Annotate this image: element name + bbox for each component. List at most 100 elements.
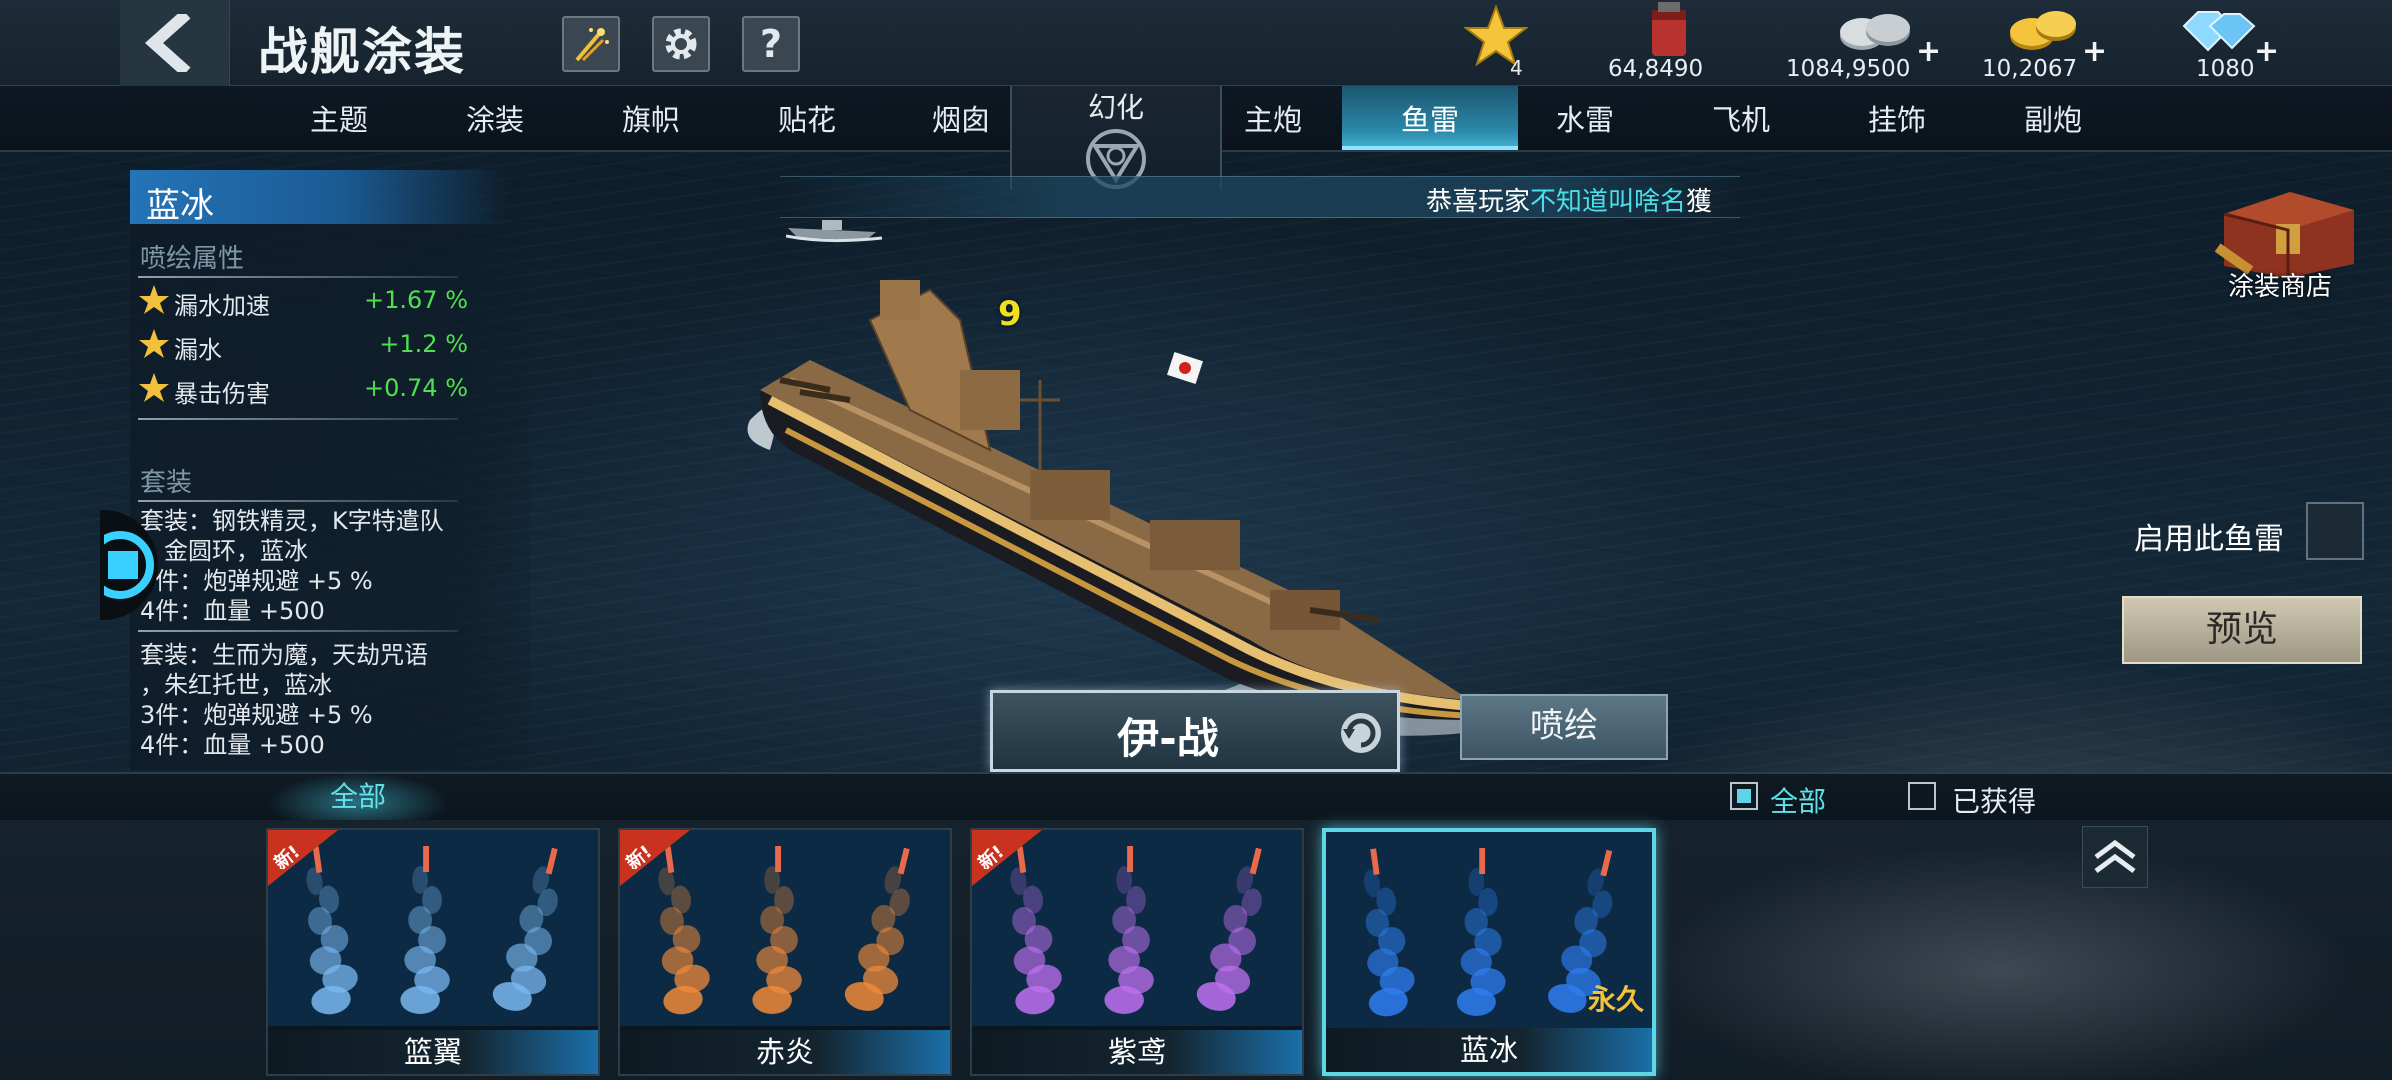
diamond-resource: 1080 + [2166,0,2279,86]
ship-level-badge: 9 [998,294,1022,334]
announcement-prefix: 恭喜玩家 [1426,187,1531,217]
ship-name: 伊-战 [1117,714,1219,763]
tab-paint[interactable]: 涂装 [420,86,570,150]
set-line: ，朱红托世，蓝冰 [140,671,332,699]
set-line: 4件：血量 +500 [140,597,325,625]
skin-card-name-bar: 篮翼 [268,1030,598,1074]
paint-resource: 64,8490 [1600,0,1730,86]
top-bar: 战舰涂装 ? 4 64,8490 1084,9500 + 10,2067 + 1… [0,0,2392,86]
paint-shop-button[interactable]: 涂装商店 [2200,184,2360,302]
skin-card[interactable]: 永久蓝冰 [1322,828,1656,1076]
set-line: 套装：钢铁精灵，K字特遣队 [140,507,444,535]
skin-card[interactable]: 新! 紫鸢 [970,828,1304,1076]
new-badge: 新! [972,830,1042,886]
star-icon [139,373,169,402]
skin-card-name-bar: 赤炎 [620,1030,950,1074]
set-line: 4件：血量 +500 [140,731,325,759]
tab-mine[interactable]: 水雷 [1510,86,1660,150]
ship-selector[interactable]: 伊-战 [990,690,1400,772]
attribute-heading: 喷绘属性 [140,244,245,274]
diamond-icon [2182,11,2256,52]
attribute-name: 漏水加速 [174,292,270,320]
paint-bucket-icon [1652,2,1686,56]
silver-value: 1084,9500 [1786,56,1911,82]
paint-value: 64,8490 [1608,56,1704,82]
tab-secondary-gun[interactable]: 副炮 [1978,86,2128,150]
preview-button[interactable]: 预览 [2122,596,2362,664]
skin-card-name-bar: 蓝冰 [1326,1028,1652,1072]
tab-ornament[interactable]: 挂饰 [1822,86,1972,150]
star-icon [139,329,169,358]
attribute-value: +1.67 % [364,286,468,314]
rank-value: 4 [1510,56,1523,80]
new-badge: 新! [620,830,690,886]
new-badge: 新! [268,830,338,886]
skin-card-name-bar: 紫鸢 [972,1030,1302,1074]
paint-shop-label: 涂装商店 [2228,272,2333,302]
enable-torpedo-label: 启用此鱼雷 [2134,522,2284,557]
double-chevron-up-icon [2094,839,2136,874]
gold-resource: 10,2067 + [1982,0,2112,86]
spray-button[interactable]: 喷绘 [1460,694,1668,760]
skin-card-name: 赤炎 [755,1035,814,1069]
collapse-button[interactable] [2082,826,2148,888]
help-button[interactable]: ? [742,16,800,72]
diamond-plus-button[interactable]: + [2254,34,2279,69]
skin-card[interactable]: 新! 赤炎 [618,828,952,1076]
tab-flag[interactable]: 旗帜 [576,86,726,150]
filter-owned-label: 已获得 [1952,785,2037,818]
divider [138,630,458,632]
enable-torpedo-checkbox[interactable] [2306,502,2364,560]
set-line: 套装：生而为魔，天劫咒语 [140,641,428,669]
announcement-tail: 獲 [1686,187,1713,217]
set-heading: 套装 [140,468,193,498]
attribute-value: +1.2 % [379,330,468,358]
back-button[interactable] [120,0,230,86]
skin-card[interactable]: 新! 篮翼 [266,828,600,1076]
skin-name-bar: 蓝冰 [130,170,510,226]
gold-plus-button[interactable]: + [2082,34,2107,69]
silver-resource: 1084,9500 + [1786,0,1941,86]
tab-decal[interactable]: 贴花 [732,86,882,150]
announcement-player: 不知道叫啥名 [1530,187,1687,217]
skin-info-panel: 蓝冰 喷绘属性 漏水加速 +1.67 % 漏水 +1.2 % 暴击伤害 +0.7… [130,170,530,770]
refresh-icon[interactable] [1335,707,1387,759]
page-title: 战舰涂装 [258,23,466,81]
skin-card-name: 蓝冰 [1459,1033,1518,1067]
attribute-name: 漏水 [174,336,222,364]
side-logo-icon [100,510,158,620]
tab-theme[interactable]: 主题 [264,86,414,150]
attribute-value: +0.74 % [364,374,468,402]
filter-all-checkbox[interactable] [1730,782,1758,810]
permanent-badge: 永久 [1587,983,1644,1016]
skin-card-name: 篮翼 [403,1035,462,1069]
filter-owned-checkbox[interactable] [1908,782,1936,810]
attribute-row: 漏水 +1.2 % [138,326,468,364]
divider [138,500,458,502]
tab-transform-label: 幻化 [1087,91,1144,124]
announcement-marquee: 恭喜玩家不知道叫啥名獲 [780,176,1740,218]
gear-icon [665,28,697,60]
distant-boat-icon [786,220,883,243]
tab-torpedo[interactable]: 鱼雷 [1342,86,1518,150]
settings-button[interactable] [652,16,710,72]
enable-torpedo-toggle[interactable]: 启用此鱼雷 [2134,500,2364,564]
silver-coin-icon [1840,14,1910,50]
skin-card-strip: 新! 篮翼 新! 赤炎 新! 紫鸢 永久蓝冰 [0,820,2392,1080]
filter-bar: 全部 全部 已获得 [0,772,2392,822]
skin-name: 蓝冰 [146,186,214,226]
rank-resource: 4 [1460,0,1540,86]
filter-tab-all[interactable]: 全部 [270,774,446,822]
divider [138,418,458,420]
back-arrow-icon [144,14,190,72]
question-icon: ? [759,22,783,66]
tab-aircraft[interactable]: 飞机 [1666,86,1816,150]
attribute-row: 漏水加速 +1.67 % [138,282,468,320]
tab-transform[interactable]: 幻化 [1010,86,1222,190]
divider [138,276,458,278]
skin-card-name: 紫鸢 [1107,1035,1166,1069]
silver-plus-button[interactable]: + [1916,34,1941,69]
attribute-name: 暴击伤害 [174,380,270,408]
set-line: 3件：炮弹规避 +5 % [140,567,373,595]
fireworks-button[interactable] [562,16,620,72]
